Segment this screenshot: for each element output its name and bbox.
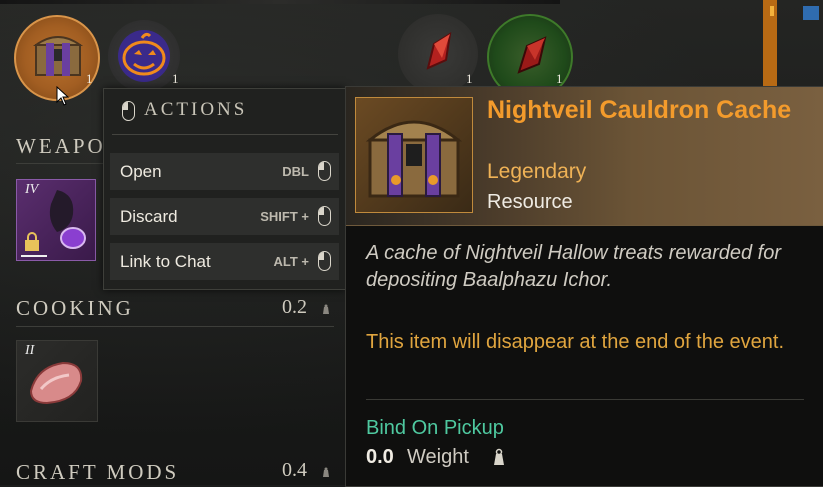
section-cooking-weight: 0.2 xyxy=(282,296,307,318)
actions-divider xyxy=(112,134,338,135)
menu-item-discard[interactable]: Discard SHIFT + xyxy=(110,198,339,235)
mouse-cursor-icon xyxy=(56,86,70,106)
section-craft-mods-weight: 0.4 xyxy=(282,459,307,481)
mouse-icon xyxy=(318,251,331,271)
section-cooking-divider xyxy=(16,326,334,327)
actions-title: ACTIONS xyxy=(144,99,248,120)
section-craft-mods-title: CRAFT MODS xyxy=(16,460,180,484)
slot-pumpkin-quantity: 1 xyxy=(172,71,179,86)
menu-item-open[interactable]: Open DBL xyxy=(110,153,339,190)
item-description: A cache of Nightveil Hallow treats rewar… xyxy=(366,242,781,291)
item-weight-value: 0.0 xyxy=(366,446,394,468)
tooltip-divider xyxy=(366,399,804,400)
menu-item-label: Open xyxy=(120,162,162,181)
section-weapons-title: WEAPO xyxy=(16,134,106,158)
item-bind-status: Bind On Pickup xyxy=(366,417,504,439)
item-type: Resource xyxy=(487,191,573,213)
durability-bar xyxy=(21,255,47,257)
pumpkin-icon xyxy=(118,30,170,82)
actions-menu: ACTIONS Open DBL Discard SHIFT + Link to… xyxy=(103,88,346,290)
mouse-icon xyxy=(318,161,331,181)
top-divider xyxy=(0,0,560,4)
slot-crystal-glow-quantity: 1 xyxy=(556,71,563,86)
weight-icon xyxy=(323,304,329,314)
item-thumbnail xyxy=(355,97,473,213)
blue-marker xyxy=(803,6,819,20)
treasure-chest-icon xyxy=(365,120,463,198)
mouse-icon xyxy=(318,206,331,226)
lock-icon xyxy=(25,232,39,251)
menu-item-label: Link to Chat xyxy=(120,252,211,271)
tooltip-header: Nightveil Cauldron Cache Legendary Resou… xyxy=(346,87,823,226)
item-event-note: This item will disappear at the end of t… xyxy=(366,331,785,353)
accent-marker xyxy=(770,6,774,16)
weight-icon xyxy=(494,448,504,465)
item-tooltip: Nightveil Cauldron Cache Legendary Resou… xyxy=(345,86,823,487)
raw-meat-icon xyxy=(29,361,83,405)
menu-item-shortcut: ALT + xyxy=(273,254,309,269)
weight-icon xyxy=(323,467,329,477)
menu-item-shortcut: DBL xyxy=(282,164,309,179)
item-weight-label: Weight xyxy=(407,446,469,468)
section-cooking-title: COOKING xyxy=(16,296,134,320)
slot-crystal-quantity: 1 xyxy=(466,71,473,86)
slot-pumpkin[interactable] xyxy=(108,20,180,92)
menu-item-label: Discard xyxy=(120,207,178,226)
item-rarity: Legendary xyxy=(487,160,587,183)
item-title: Nightveil Cauldron Cache xyxy=(487,96,792,124)
weapon-slot[interactable]: IV xyxy=(16,179,96,261)
cooking-slot[interactable]: II xyxy=(16,340,98,422)
menu-item-shortcut: SHIFT + xyxy=(260,209,309,224)
section-weapons-divider xyxy=(16,163,106,164)
menu-item-link-to-chat[interactable]: Link to Chat ALT + xyxy=(110,243,339,280)
mouse-icon xyxy=(122,101,135,121)
slot-chest-quantity: 1 xyxy=(86,71,93,86)
